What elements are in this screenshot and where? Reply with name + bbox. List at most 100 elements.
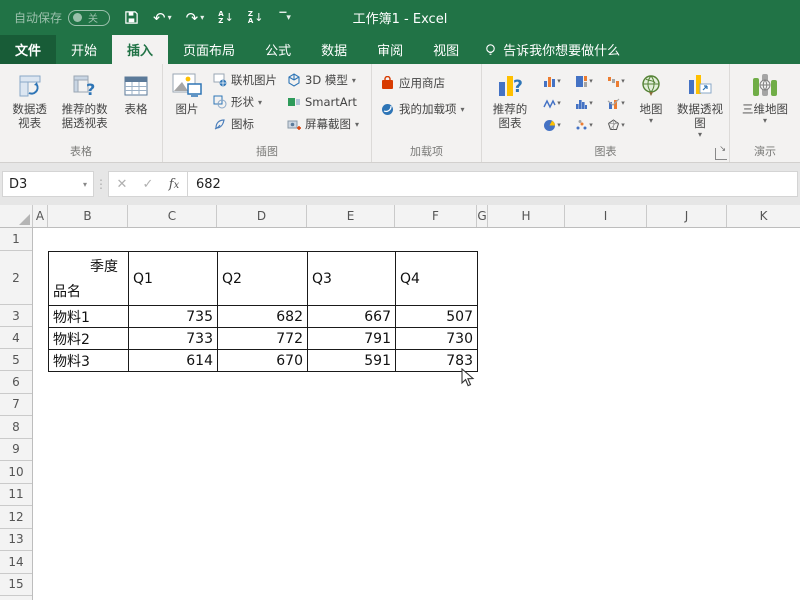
cell-c5[interactable]: 614 [129,350,218,372]
cell-f2[interactable]: Q4 [396,252,478,306]
icons-icon [213,117,227,131]
column-header-j[interactable]: J [647,205,727,227]
cell-e2[interactable]: Q3 [308,252,396,306]
row-header-10[interactable]: 10 [0,461,32,484]
row-header-13[interactable]: 13 [0,529,32,552]
insert-scatter-chart-button[interactable]: ▾ [568,114,600,136]
column-header-e[interactable]: E [307,205,395,227]
save-button[interactable] [124,10,139,25]
insert-pie-chart-button[interactable]: ▾ [536,114,568,136]
row-header-8[interactable]: 8 [0,416,32,439]
cell-d5[interactable]: 670 [218,350,308,372]
sort-ascending-button[interactable]: AZ↓ [218,11,234,25]
charts-dialog-launcher[interactable] [715,148,727,160]
row-header-16[interactable]: 16 [0,596,32,600]
row-header-4[interactable]: 4 [0,327,32,349]
tab-data[interactable]: 数据 [306,35,362,64]
maps-button[interactable]: 地图 ▾ [634,68,668,142]
screenshot-button[interactable]: 屏幕截图▾ [283,113,363,135]
row-header-14[interactable]: 14 [0,551,32,574]
column-header-f[interactable]: F [395,205,477,227]
row-header-11[interactable]: 11 [0,484,32,507]
cell-b2-split-header[interactable]: 季度 品名 [49,252,129,306]
recommended-pivottables-button[interactable]: ? 推荐的数据透视表 [57,68,112,142]
insert-combo-chart-button[interactable]: ▾ [600,92,632,114]
row-header-9[interactable]: 9 [0,439,32,462]
insert-statistic-chart-button[interactable]: ▾ [568,92,600,114]
column-header-i[interactable]: I [565,205,647,227]
3d-map-button[interactable]: 三维地图 ▾ [739,68,791,142]
row-header-6[interactable]: 6 [0,371,32,394]
row-header-3[interactable]: 3 [0,305,32,327]
cell-d2[interactable]: Q2 [218,252,308,306]
cell-f5[interactable]: 783 [396,350,478,372]
enter-button[interactable]: ✓ [135,177,161,192]
cell-d3[interactable]: 682 [218,306,308,328]
cancel-button[interactable]: ✕ [109,177,135,192]
cell-c4[interactable]: 733 [129,328,218,350]
insert-waterfall-chart-button[interactable]: ▾ [600,70,632,92]
table-button[interactable]: 表格 [114,68,158,142]
formula-bar-splitter[interactable]: ⋮ [94,177,108,191]
cell-d4[interactable]: 772 [218,328,308,350]
shapes-button[interactable]: 形状▾ [209,91,281,113]
tab-file[interactable]: 文件 [0,35,56,64]
insert-radar-chart-button[interactable]: ▾ [600,114,632,136]
tab-home[interactable]: 开始 [56,35,112,64]
redo-button[interactable]: ↷▾ [186,9,205,27]
autosave-toggle[interactable]: 自动保存 关 [14,9,110,26]
row-header-1[interactable]: 1 [0,228,32,251]
tab-view[interactable]: 视图 [418,35,474,64]
cell-f4[interactable]: 730 [396,328,478,350]
row-header-5[interactable]: 5 [0,349,32,371]
sort-descending-button[interactable]: ZA↓ [248,11,264,25]
recommended-charts-button[interactable]: ? 推荐的图表 [486,68,534,142]
insert-column-chart-button[interactable]: ▾ [536,70,568,92]
row-header-15[interactable]: 15 [0,574,32,597]
tell-me-box[interactable]: 告诉我你想要做什么 [474,35,630,64]
pivottable-button[interactable]: 数据透视表 [4,68,55,142]
tab-formulas[interactable]: 公式 [250,35,306,64]
formula-input[interactable]: 682 [188,171,798,197]
smartart-button[interactable]: SmartArt [283,91,363,113]
cell-b3[interactable]: 物料1 [49,306,129,328]
column-header-d[interactable]: D [217,205,307,227]
cell-e5[interactable]: 591 [308,350,396,372]
cell-b5[interactable]: 物料3 [49,350,129,372]
cell-b4[interactable]: 物料2 [49,328,129,350]
tab-review[interactable]: 审阅 [362,35,418,64]
cell-c3[interactable]: 735 [129,306,218,328]
row-header-12[interactable]: 12 [0,506,32,529]
undo-button[interactable]: ↶▾ [153,9,172,27]
column-header-a[interactable]: A [33,205,48,227]
column-header-c[interactable]: C [128,205,217,227]
cell-e3[interactable]: 667 [308,306,396,328]
recommended-pivottables-label: 推荐的数据透视表 [60,102,109,130]
tab-insert[interactable]: 插入 [112,35,168,64]
online-pictures-button[interactable]: 联机图片 [209,69,281,91]
row-header-7[interactable]: 7 [0,394,32,417]
3d-models-button[interactable]: 3D 模型▾ [283,69,363,91]
my-addins-button[interactable]: 我的加载项▾ [376,98,469,120]
insert-function-button[interactable]: fx [161,177,187,192]
column-header-k[interactable]: K [727,205,800,227]
column-header-h[interactable]: H [488,205,565,227]
store-button[interactable]: 应用商店 [376,72,449,94]
insert-line-chart-button[interactable]: ▾ [536,92,568,114]
cell-c2[interactable]: Q1 [129,252,218,306]
row-header-2[interactable]: 2 [0,251,32,305]
column-header-b[interactable]: B [48,205,128,227]
customize-qat-button[interactable]: ▔▾ [277,13,290,23]
column-header-g[interactable]: G [477,205,488,227]
insert-hierarchy-chart-button[interactable]: ▾ [568,70,600,92]
name-box[interactable]: D3 ▾ [2,171,94,197]
cell-f3[interactable]: 507 [396,306,478,328]
tab-page-layout[interactable]: 页面布局 [168,35,250,64]
pictures-button[interactable]: 图片 [167,68,207,142]
sheet-canvas[interactable]: 季度 品名 Q1 Q2 Q3 Q4 物料1 735 682 667 507 物料… [33,228,800,600]
icons-button[interactable]: 图标 [209,113,281,135]
pivotchart-button[interactable]: 数据透视图 ▾ [670,68,730,142]
autosave-switch-icon[interactable]: 关 [68,10,110,26]
cell-e4[interactable]: 791 [308,328,396,350]
select-all-button[interactable] [0,205,33,227]
